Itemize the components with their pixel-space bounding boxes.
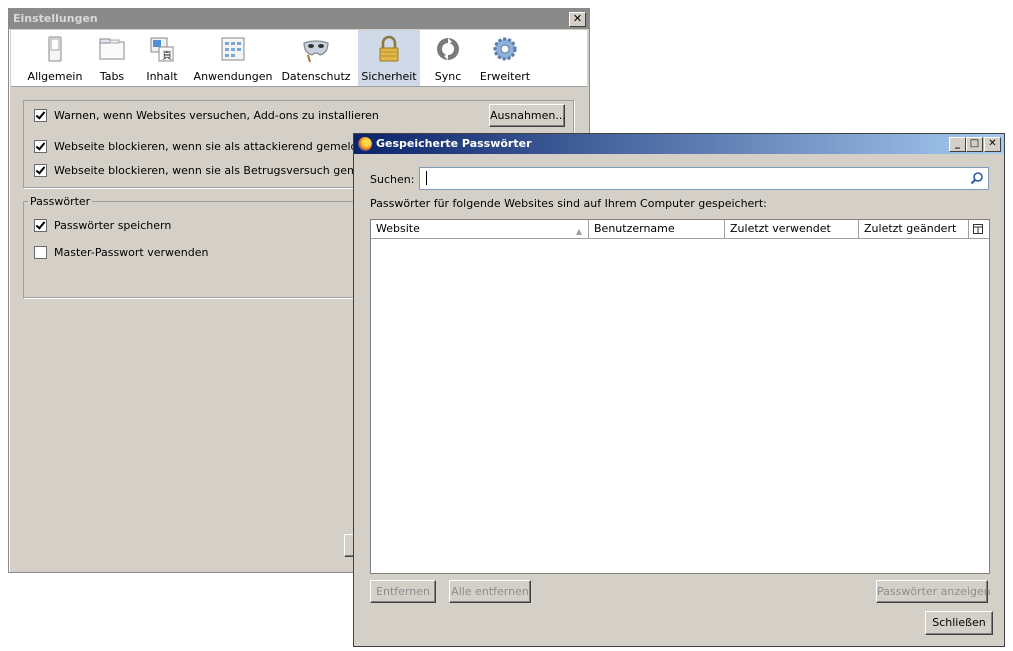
saved-passwords-dialog: Gespeicherte Passwörter _ □ ✕ Suchen: Pa… — [353, 133, 1005, 647]
master-password-checkbox[interactable] — [34, 246, 47, 259]
maximize-button[interactable]: □ — [966, 137, 983, 152]
tab-allgemein[interactable]: Allgemein — [25, 30, 85, 86]
passwords-table[interactable]: Website ▲ Benutzername Zuletzt verwendet… — [370, 219, 990, 574]
addons-warn-checkbox[interactable] — [34, 109, 47, 122]
table-header: Website ▲ Benutzername Zuletzt verwendet… — [371, 220, 989, 239]
save-passwords-checkbox[interactable] — [34, 219, 47, 232]
settings-toolbar: Allgemein Tabs 頁 Inhalt Anwendungen Date… — [11, 30, 587, 87]
settings-title: Einstellungen — [13, 12, 98, 25]
passwords-legend: Passwörter — [28, 195, 93, 208]
tabs-icon — [99, 38, 125, 60]
exceptions-button[interactable]: Ausnahmen... — [489, 104, 566, 127]
tab-label: Sync — [434, 70, 462, 83]
firefox-icon — [358, 137, 372, 151]
tab-anwendungen[interactable]: Anwendungen — [191, 30, 275, 86]
mask-icon — [303, 40, 329, 63]
tab-label: Allgemein — [27, 70, 83, 83]
close-button[interactable]: Schließen — [925, 611, 993, 635]
tab-label: Datenschutz — [281, 70, 351, 83]
remove-button[interactable]: Entfernen — [370, 580, 436, 603]
tab-label: Sicherheit — [361, 70, 417, 83]
column-label: Benutzername — [594, 222, 675, 235]
tab-inhalt[interactable]: 頁 Inhalt — [139, 30, 185, 86]
pwd-title: Gespeicherte Passwörter — [376, 137, 532, 150]
addons-warn-row[interactable]: Warnen, wenn Websites versuchen, Add-ons… — [34, 109, 379, 122]
pwd-close-button[interactable]: ✕ — [984, 137, 1001, 152]
block-forgery-checkbox[interactable] — [34, 164, 47, 177]
show-passwords-button[interactable]: Passwörter anzeigen — [876, 580, 991, 603]
tab-label: Erweitert — [479, 70, 531, 83]
tab-sync[interactable]: Sync — [426, 30, 470, 86]
text-caret — [426, 171, 427, 185]
padlock-icon — [379, 35, 399, 62]
gear-icon — [493, 37, 517, 61]
addons-warn-label: Warnen, wenn Websites versuchen, Add-ons… — [54, 109, 379, 122]
tab-sicherheit[interactable]: Sicherheit — [358, 30, 420, 86]
minimize-button[interactable]: _ — [949, 137, 966, 152]
column-header-website[interactable]: Website ▲ — [371, 220, 589, 238]
block-attack-checkbox[interactable] — [34, 140, 47, 153]
tab-label: Tabs — [99, 70, 125, 83]
column-header-username[interactable]: Benutzername — [589, 220, 725, 238]
master-password-row[interactable]: Master-Passwort verwenden — [34, 246, 209, 259]
tab-erweitert[interactable]: Erweitert — [477, 30, 533, 86]
search-label: Suchen: — [370, 173, 415, 186]
svg-text:頁: 頁 — [162, 50, 172, 62]
sync-icon — [437, 38, 459, 60]
column-label: Zuletzt verwendet — [730, 222, 831, 235]
passwords-info-text: Passwörter für folgende Websites sind au… — [370, 197, 767, 210]
save-passwords-row[interactable]: Passwörter speichern — [34, 219, 171, 232]
search-icon[interactable] — [970, 171, 984, 185]
pwd-titlebar[interactable]: Gespeicherte Passwörter _ □ ✕ — [354, 134, 1004, 154]
settings-close-button[interactable]: ✕ — [569, 12, 586, 27]
column-label: Zuletzt geändert — [864, 222, 957, 235]
applications-icon — [221, 37, 245, 61]
settings-titlebar[interactable]: Einstellungen ✕ — [9, 9, 589, 29]
tab-datenschutz[interactable]: Datenschutz — [281, 30, 351, 86]
remove-all-button[interactable]: Alle entfernen — [449, 580, 531, 603]
content-icon: 頁 — [150, 37, 174, 62]
column-header-last-changed[interactable]: Zuletzt geändert — [859, 220, 969, 238]
column-picker-icon — [973, 224, 983, 234]
column-header-last-used[interactable]: Zuletzt verwendet — [725, 220, 859, 238]
sort-ascending-icon: ▲ — [575, 227, 582, 236]
tab-tabs[interactable]: Tabs — [91, 30, 133, 86]
tab-label: Inhalt — [146, 70, 178, 83]
search-input[interactable] — [419, 167, 989, 190]
switch-icon — [48, 36, 62, 62]
tab-label: Anwendungen — [193, 70, 273, 83]
block-attack-row[interactable]: Webseite blockieren, wenn sie als attack… — [34, 140, 406, 153]
master-password-label: Master-Passwort verwenden — [54, 246, 209, 259]
column-label: Website — [376, 222, 420, 235]
save-passwords-label: Passwörter speichern — [54, 219, 172, 232]
column-picker[interactable] — [969, 220, 989, 238]
